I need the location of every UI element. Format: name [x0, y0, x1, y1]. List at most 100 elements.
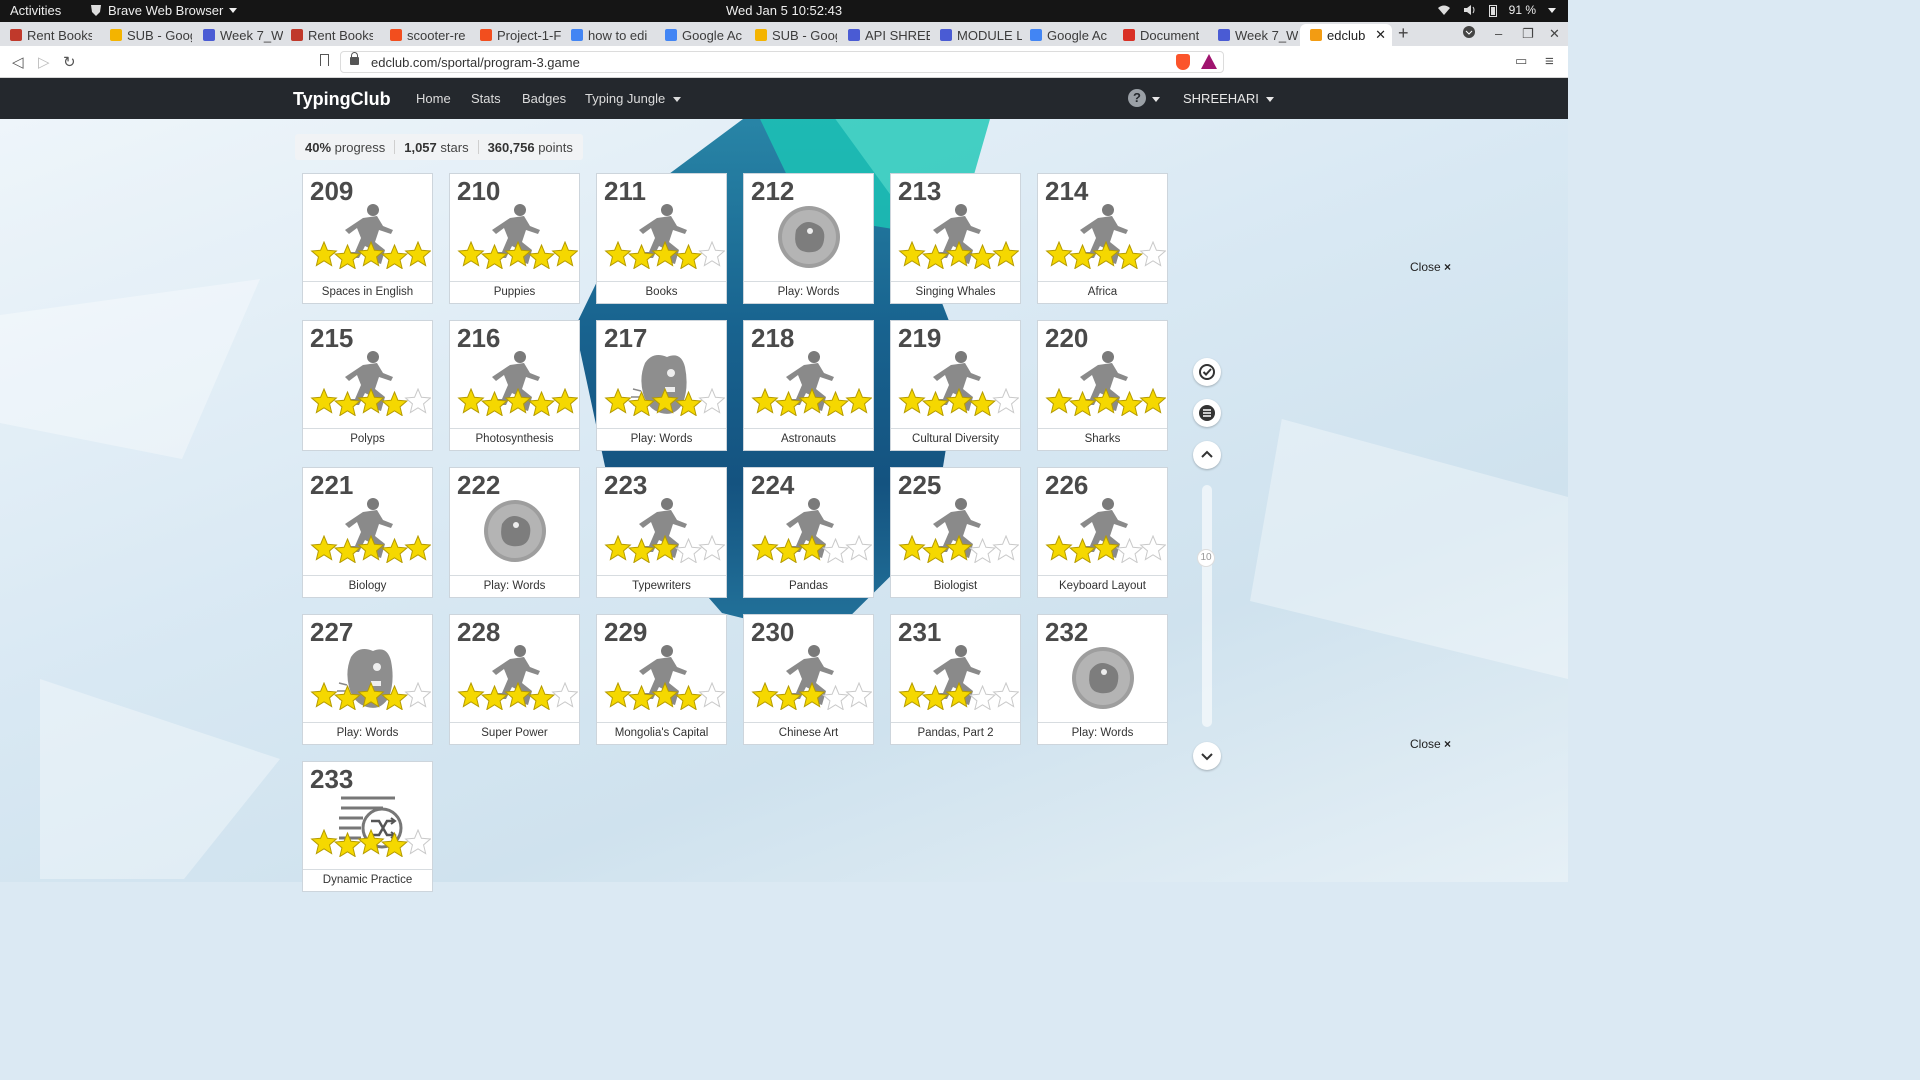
close-button[interactable]: Close × — [1410, 260, 1451, 274]
user-menu[interactable]: SHREEHARI — [1183, 91, 1275, 106]
window-close-icon[interactable]: ✕ — [1549, 26, 1560, 42]
drive-icon — [110, 29, 122, 41]
drive-icon — [755, 29, 767, 41]
lesson-card[interactable]: 214 Africa — [1037, 173, 1168, 304]
star-empty-icon — [404, 682, 431, 708]
lesson-card[interactable]: 216 Photosynthesis — [449, 320, 580, 451]
lesson-card[interactable]: 233 Dynamic Practice — [302, 761, 433, 892]
lesson-card[interactable]: 213 Singing Whales — [890, 173, 1021, 304]
star-empty-icon — [1115, 537, 1144, 563]
completed-filter-button[interactable] — [1193, 358, 1221, 386]
lesson-card[interactable]: 219 Cultural Diversity — [890, 320, 1021, 451]
scroll-up-button[interactable] — [1193, 441, 1221, 469]
lesson-card[interactable]: 227 Play: Words — [302, 614, 433, 745]
list-icon — [1199, 405, 1215, 421]
chevron-down-icon[interactable] — [1152, 97, 1160, 102]
lesson-card[interactable]: 212 Play: Words — [743, 173, 874, 304]
nav-stats[interactable]: Stats — [471, 91, 501, 106]
browser-tab[interactable]: Week 7_W — [193, 24, 285, 46]
forward-icon[interactable]: ▷ — [38, 53, 50, 71]
browser-tab[interactable]: SUB - Goog — [745, 24, 837, 46]
browser-tab[interactable]: Document — [1113, 24, 1205, 46]
star-rating — [1045, 535, 1166, 563]
star-filled-icon — [357, 535, 385, 561]
browser-tab[interactable]: Rent Books — [281, 24, 373, 46]
lesson-card[interactable]: 211 Books — [596, 173, 727, 304]
scroll-down-button[interactable] — [1193, 742, 1221, 770]
docs-icon — [203, 29, 215, 41]
figma-icon — [390, 29, 402, 41]
lesson-card[interactable]: 221 Biology — [302, 467, 433, 598]
browser-tab[interactable]: MODULE L — [930, 24, 1022, 46]
star-filled-icon — [651, 682, 679, 708]
tab-search-icon[interactable] — [1463, 26, 1475, 38]
address-bar[interactable]: edclub.com/sportal/program-3.game — [340, 51, 1224, 73]
nav-badges[interactable]: Badges — [522, 91, 566, 106]
lesson-card[interactable]: 226 Keyboard Layout — [1037, 467, 1168, 598]
lesson-card[interactable]: 215 Polyps — [302, 320, 433, 451]
lesson-card[interactable]: 210 Puppies — [449, 173, 580, 304]
lesson-card[interactable]: 217 Play: Words — [596, 320, 727, 451]
lesson-title: Mongolia's Capital — [597, 722, 726, 744]
stars-stat: 1,057 stars — [404, 139, 469, 155]
star-filled-icon — [504, 241, 532, 267]
help-icon[interactable]: ? — [1128, 89, 1146, 107]
tab-close-icon[interactable]: ✕ — [1375, 27, 1386, 43]
brave-shields-icon[interactable] — [1176, 54, 1190, 70]
lesson-title: Puppies — [450, 281, 579, 303]
star-filled-icon — [527, 390, 556, 416]
wallet-icon[interactable]: ▭ — [1515, 53, 1527, 69]
star-filled-icon — [333, 684, 362, 710]
lesson-card[interactable]: 231 Pandas, Part 2 — [890, 614, 1021, 745]
star-rating — [751, 682, 872, 710]
browser-tab[interactable]: Google Ac — [655, 24, 747, 46]
browser-tab[interactable]: Project-1-F — [470, 24, 562, 46]
scroll-track[interactable] — [1202, 485, 1212, 727]
lesson-card[interactable]: 222 Play: Words — [449, 467, 580, 598]
tab-label: Google Ac — [682, 27, 742, 43]
system-tray[interactable]: 91 % — [1437, 3, 1556, 17]
browser-tab[interactable]: Week 7_W — [1208, 24, 1300, 46]
menu-icon[interactable]: ≡ — [1545, 53, 1554, 70]
star-filled-icon — [921, 390, 950, 416]
lesson-card[interactable]: 228 Super Power — [449, 614, 580, 745]
nav-typing-jungle[interactable]: Typing Jungle — [585, 91, 681, 106]
browser-tab[interactable]: Rent Books — [0, 24, 92, 46]
lesson-card[interactable]: 224 Pandas — [743, 467, 874, 598]
bf-icon — [10, 29, 22, 41]
lesson-card[interactable]: 218 Astronauts — [743, 320, 874, 451]
close-button[interactable]: Close × — [1410, 737, 1451, 751]
activities-button[interactable]: Activities — [10, 3, 61, 18]
lesson-card[interactable]: 230 Chinese Art — [743, 614, 874, 745]
browser-tab[interactable]: API SHREE — [838, 24, 930, 46]
lesson-title: Chinese Art — [744, 722, 873, 744]
back-icon[interactable]: ◁ — [12, 53, 24, 71]
minimize-icon[interactable]: – — [1495, 26, 1502, 41]
lesson-card[interactable]: 225 Biologist — [890, 467, 1021, 598]
restore-icon[interactable]: ❐ — [1522, 26, 1534, 42]
star-filled-icon — [992, 241, 1019, 267]
tab-label: edclub — [1327, 27, 1366, 43]
browser-tab[interactable]: SUB - Goog — [100, 24, 192, 46]
lesson-card[interactable]: 229 Mongolia's Capital — [596, 614, 727, 745]
browser-tab[interactable]: scooter-re — [380, 24, 472, 46]
nav-home[interactable]: Home — [416, 91, 451, 106]
lesson-card[interactable]: 209 Spaces in English — [302, 173, 433, 304]
lesson-card[interactable]: 220 Sharks — [1037, 320, 1168, 451]
lesson-card[interactable]: 232 Play: Words — [1037, 614, 1168, 745]
divider — [394, 140, 396, 154]
star-filled-icon — [898, 241, 926, 267]
list-view-button[interactable] — [1193, 399, 1221, 427]
star-filled-icon — [457, 388, 485, 414]
browser-tab[interactable]: how to edi — [561, 24, 653, 46]
brand-logo[interactable]: TypingClub — [293, 89, 391, 110]
bookmark-icon[interactable] — [320, 54, 329, 66]
browser-tab[interactable]: Google Ac — [1020, 24, 1112, 46]
lesson-card[interactable]: 223 Typewriters — [596, 467, 727, 598]
brave-rewards-icon[interactable] — [1201, 54, 1217, 69]
star-filled-icon — [310, 829, 338, 855]
new-tab-button[interactable]: + — [1398, 23, 1409, 44]
app-menu[interactable]: Brave Web Browser — [90, 3, 238, 18]
reload-icon[interactable]: ↻ — [63, 53, 76, 71]
browser-tab[interactable]: edclub ✕ — [1300, 24, 1392, 46]
